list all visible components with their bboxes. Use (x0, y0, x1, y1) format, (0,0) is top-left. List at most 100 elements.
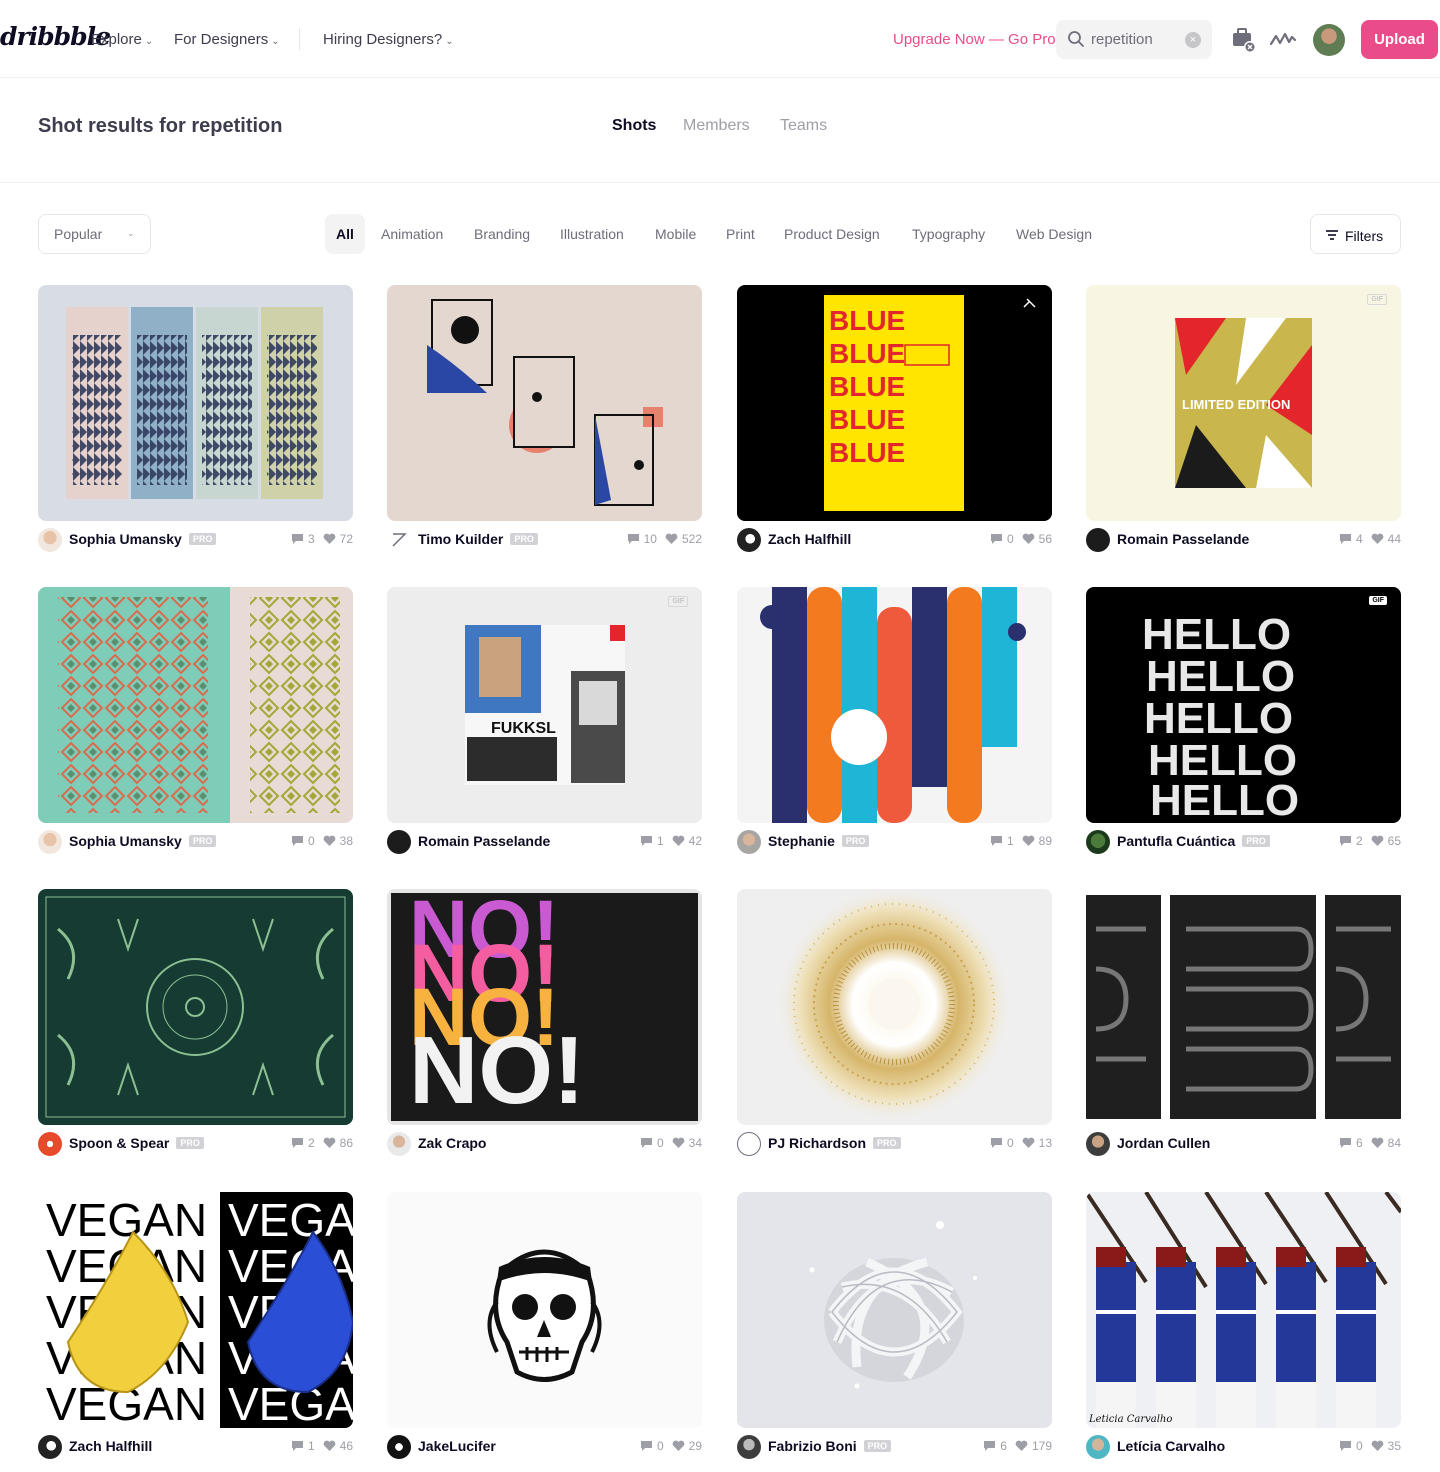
author-name[interactable]: Romain Passelande (418, 833, 550, 849)
author-name[interactable]: Spoon & Spear PRO (69, 1135, 204, 1151)
shot-meta: JakeLucifer 0 29 (387, 1435, 702, 1459)
shot-thumbnail[interactable]: NO! NO! NO! NO! (387, 889, 702, 1125)
author-avatar[interactable] (737, 1435, 761, 1459)
user-avatar[interactable] (1313, 24, 1345, 56)
nav-hiring-designers[interactable]: Hiring Designers? ⌄ (323, 31, 454, 48)
comment-icon (291, 534, 303, 544)
filters-button[interactable]: Filters (1310, 214, 1401, 254)
line-poster-art (1086, 895, 1401, 1119)
shot-thumbnail[interactable]: VEGAN VEGAN VEGAN VEGAN VEGAN VEGAN VEGA… (38, 1192, 353, 1428)
author-name[interactable]: Zach Halfhill (768, 531, 851, 547)
category-typography[interactable]: Typography (912, 226, 985, 242)
author-avatar[interactable] (387, 830, 411, 854)
category-product-design[interactable]: Product Design (784, 226, 880, 242)
author-name[interactable]: Sophia Umansky PRO (69, 531, 217, 547)
author-name[interactable]: Pantufla Cuántica PRO (1117, 833, 1270, 849)
author-avatar[interactable] (737, 830, 761, 854)
shot-stats: 0 13 (982, 1136, 1052, 1150)
shot-thumbnail[interactable]: FUKKSL GIF (387, 587, 702, 823)
shot-thumbnail[interactable] (387, 285, 702, 521)
comment-icon (1339, 1138, 1351, 1148)
author-name[interactable]: JakeLucifer (418, 1438, 496, 1454)
svg-text:LIMITED EDITION: LIMITED EDITION (1182, 397, 1290, 412)
category-web-design[interactable]: Web Design (1016, 226, 1092, 242)
comment-icon (291, 836, 303, 846)
shot-thumbnail[interactable] (737, 889, 1052, 1125)
tab-teams[interactable]: Teams (780, 117, 827, 135)
author-name[interactable]: Letícia Carvalho (1117, 1438, 1225, 1454)
category-branding[interactable]: Branding (474, 226, 530, 242)
author-name[interactable]: Zak Crapo (418, 1135, 486, 1151)
author-avatar[interactable] (387, 1435, 411, 1459)
shot-thumbnail[interactable] (387, 1192, 702, 1428)
category-illustration[interactable]: Illustration (560, 226, 624, 242)
shot-thumbnail[interactable] (1086, 889, 1401, 1125)
heart-icon (323, 835, 335, 846)
tab-members[interactable]: Members (683, 117, 750, 135)
author-avatar[interactable] (1086, 1132, 1110, 1156)
shot-thumbnail[interactable] (38, 285, 353, 521)
shot-stats: 10 522 (619, 532, 702, 546)
shot-thumbnail[interactable] (737, 1192, 1052, 1428)
abstract-shapes-art (760, 587, 1026, 823)
shot-thumbnail[interactable] (38, 889, 353, 1125)
shot-stats: 2 65 (1331, 834, 1401, 848)
shot-meta: Sophia Umansky PRO 0 38 (38, 830, 353, 854)
author-avatar[interactable] (387, 528, 411, 552)
shot-thumbnail[interactable]: Leticia Carvalho (1086, 1192, 1401, 1428)
shot-thumbnail[interactable]: LIMITED EDITION GIF (1086, 285, 1401, 521)
soldiers-photo-art: Leticia Carvalho (1086, 1192, 1401, 1428)
nav-explore[interactable]: Explore ⌄ (91, 31, 153, 48)
search-box[interactable]: × (1056, 20, 1212, 59)
author-name[interactable]: Timo Kuilder PRO (418, 531, 538, 547)
author-avatar[interactable] (1086, 528, 1110, 552)
chevron-down-icon: ⌄ (127, 228, 135, 238)
author-avatar[interactable] (1086, 1435, 1110, 1459)
shot-meta: Romain Passelande 1 42 (387, 830, 702, 854)
category-animation[interactable]: Animation (381, 226, 443, 242)
comment-icon (640, 1138, 652, 1148)
heart-icon (1371, 1440, 1383, 1451)
author-avatar[interactable] (737, 1132, 761, 1156)
author-name[interactable]: Sophia Umansky PRO (69, 833, 217, 849)
author-avatar[interactable] (38, 1435, 62, 1459)
author-avatar[interactable] (38, 830, 62, 854)
author-avatar[interactable] (38, 528, 62, 552)
author-avatar[interactable] (387, 1132, 411, 1156)
upload-button[interactable]: Upload (1361, 20, 1438, 59)
upgrade-pro-link[interactable]: Upgrade Now — Go Pro (893, 31, 1056, 48)
heart-icon (672, 1137, 684, 1148)
author-avatar[interactable] (1086, 830, 1110, 854)
heart-icon (323, 533, 335, 544)
search-input[interactable] (1091, 29, 1181, 49)
shot-thumbnail[interactable]: HELLO HELLO HELLO HELLO HELLO GIF (1086, 587, 1401, 823)
category-print[interactable]: Print (726, 226, 755, 242)
author-avatar[interactable] (38, 1132, 62, 1156)
author-avatar[interactable] (737, 528, 761, 552)
author-name[interactable]: Stephanie PRO (768, 833, 870, 849)
author-name[interactable]: Jordan Cullen (1117, 1135, 1210, 1151)
category-mobile[interactable]: Mobile (655, 226, 696, 242)
shot-thumbnail[interactable]: BLUE BLUE BLUE BLUE BLUE (737, 285, 1052, 521)
gif-badge: GIF (1369, 596, 1387, 605)
shot-stats: 1 42 (632, 834, 702, 848)
author-name[interactable]: Zach Halfhill (69, 1438, 152, 1454)
sort-dropdown[interactable]: Popular ⌄ (38, 214, 151, 254)
author-name[interactable]: Fabrizio Boni PRO (768, 1438, 892, 1454)
top-nav-bar: dribbble Explore ⌄ For Designers ⌄ Hiring … (0, 0, 1440, 78)
chevron-down-icon: ⌄ (271, 36, 280, 47)
activity-icon[interactable] (1270, 30, 1296, 48)
heart-icon (1022, 533, 1034, 544)
nav-for-designers[interactable]: For Designers ⌄ (174, 31, 280, 48)
briefcase-icon[interactable] (1231, 26, 1257, 54)
tab-shots[interactable]: Shots (612, 117, 656, 135)
svg-text:BLUE: BLUE (829, 371, 905, 402)
hello-typography-art: HELLO HELLO HELLO HELLO HELLO (1142, 610, 1299, 823)
category-all[interactable]: All (325, 214, 365, 254)
shot-thumbnail[interactable] (737, 587, 1052, 823)
author-name[interactable]: PJ Richardson PRO (768, 1135, 901, 1151)
shot-thumbnail[interactable] (38, 587, 353, 823)
heart-icon (665, 533, 678, 544)
author-name[interactable]: Romain Passelande (1117, 531, 1249, 547)
clear-search-icon[interactable]: × (1185, 32, 1201, 48)
